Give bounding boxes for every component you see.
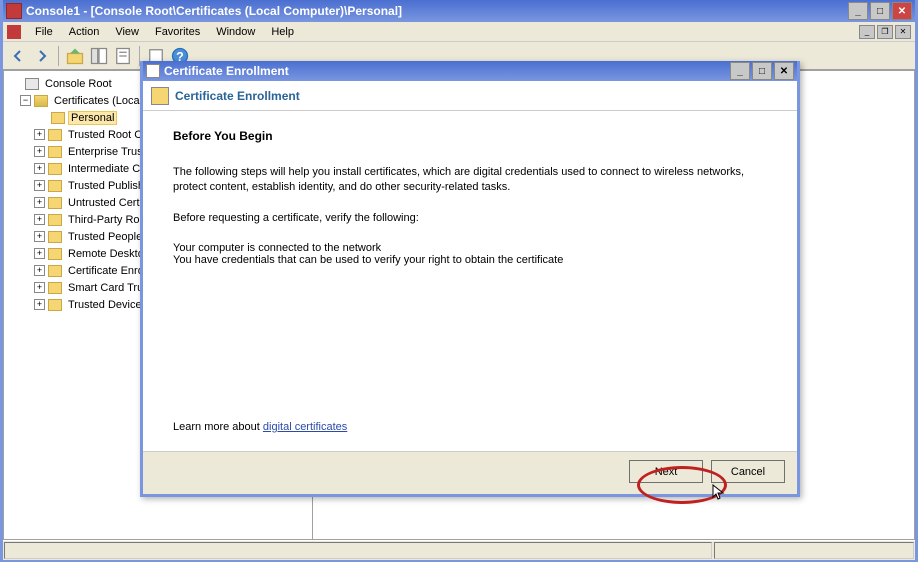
console-root-icon xyxy=(25,78,39,90)
expand-toggle[interactable]: + xyxy=(34,265,45,276)
tree-item-label: Intermediate C xyxy=(65,162,143,176)
folder-icon xyxy=(48,282,62,294)
folder-icon xyxy=(48,163,62,175)
dialog-close-button[interactable]: ✕ xyxy=(774,62,794,80)
folder-icon xyxy=(48,248,62,260)
tree-item-label: Enterprise Trus xyxy=(65,145,146,159)
menu-action[interactable]: Action xyxy=(61,24,108,40)
folder-icon xyxy=(48,180,62,192)
expand-toggle[interactable]: + xyxy=(34,146,45,157)
tree-root-label: Console Root xyxy=(42,77,115,91)
dialog-titlebar: Certificate Enrollment _ □ ✕ xyxy=(143,61,797,81)
dialog-header-text: Certificate Enrollment xyxy=(175,89,300,103)
folder-icon xyxy=(51,112,65,124)
digital-certificates-link[interactable]: digital certificates xyxy=(263,421,347,433)
dialog-footer: Next Cancel xyxy=(143,451,797,491)
statusbar xyxy=(3,540,915,560)
learn-more-prefix: Learn more about xyxy=(173,421,263,433)
folder-icon xyxy=(48,231,62,243)
expand-toggle[interactable]: − xyxy=(20,95,31,106)
dialog-item1: Your computer is connected to the networ… xyxy=(173,242,767,254)
folder-icon xyxy=(48,129,62,141)
dialog-maximize-button[interactable]: □ xyxy=(752,62,772,80)
enrollment-header-icon xyxy=(151,87,169,105)
folder-icon xyxy=(48,197,62,209)
expand-toggle[interactable]: + xyxy=(34,180,45,191)
menu-window[interactable]: Window xyxy=(208,24,263,40)
child-close-button[interactable]: ✕ xyxy=(895,25,911,39)
tree-item-label: Untrusted Cert xyxy=(65,196,143,210)
maximize-button[interactable]: □ xyxy=(870,2,890,20)
menu-help[interactable]: Help xyxy=(263,24,302,40)
menu-favorites[interactable]: Favorites xyxy=(147,24,208,40)
next-button[interactable]: Next xyxy=(629,460,703,483)
cancel-button[interactable]: Cancel xyxy=(711,460,785,483)
dialog-icon xyxy=(146,64,160,78)
folder-icon xyxy=(48,146,62,158)
menubar: File Action View Favorites Window Help _… xyxy=(3,22,915,42)
main-titlebar: Console1 - [Console Root\Certificates (L… xyxy=(3,0,915,22)
tree-item-label: Trusted Device xyxy=(65,298,145,312)
certificates-icon xyxy=(34,95,48,107)
child-minimize-button[interactable]: _ xyxy=(859,25,875,39)
menu-view[interactable]: View xyxy=(107,24,147,40)
dialog-header: Certificate Enrollment xyxy=(143,81,797,111)
expand-toggle[interactable]: + xyxy=(34,163,45,174)
menu-file[interactable]: File xyxy=(27,24,61,40)
dialog-body: Before You Begin The following steps wil… xyxy=(143,111,797,451)
dialog-heading: Before You Begin xyxy=(173,129,767,143)
show-hide-button[interactable] xyxy=(88,45,110,67)
folder-icon xyxy=(48,214,62,226)
mmc-doc-icon xyxy=(7,25,21,39)
dialog-item2: You have credentials that can be used to… xyxy=(173,254,767,266)
learn-more: Learn more about digital certificates xyxy=(173,421,347,433)
dialog-para1: The following steps will help you instal… xyxy=(173,165,767,195)
enrollment-dialog: Certificate Enrollment _ □ ✕ Certificate… xyxy=(140,61,800,497)
expand-toggle[interactable]: + xyxy=(34,197,45,208)
tree-item-label: Trusted Root C xyxy=(65,128,145,142)
expand-toggle[interactable]: + xyxy=(34,248,45,259)
mmc-icon xyxy=(6,3,22,19)
dialog-minimize-button[interactable]: _ xyxy=(730,62,750,80)
expand-toggle[interactable]: + xyxy=(34,214,45,225)
properties-button[interactable] xyxy=(112,45,134,67)
expand-toggle[interactable]: + xyxy=(34,299,45,310)
expand-toggle[interactable]: + xyxy=(34,129,45,140)
tree-item-label: Third-Party Ro xyxy=(65,213,143,227)
forward-button[interactable] xyxy=(31,45,53,67)
tree-item-label: Certificate Enro xyxy=(65,264,147,278)
up-button[interactable] xyxy=(64,45,86,67)
back-button[interactable] xyxy=(7,45,29,67)
child-restore-button[interactable]: ❐ xyxy=(877,25,893,39)
close-button[interactable]: ✕ xyxy=(892,2,912,20)
tree-item-label: Trusted People xyxy=(65,230,145,244)
tree-item-label: Smart Card Tru xyxy=(65,281,146,295)
minimize-button[interactable]: _ xyxy=(848,2,868,20)
expand-toggle[interactable]: + xyxy=(34,231,45,242)
tree-item-label: Remote Deskto xyxy=(65,247,147,261)
window-title: Console1 - [Console Root\Certificates (L… xyxy=(26,4,848,18)
folder-icon xyxy=(48,265,62,277)
tree-item-label: Trusted Publish xyxy=(65,179,147,193)
dialog-para2: Before requesting a certificate, verify … xyxy=(173,211,767,226)
dialog-title: Certificate Enrollment xyxy=(164,64,730,78)
folder-icon xyxy=(48,299,62,311)
expand-toggle[interactable]: + xyxy=(34,282,45,293)
tree-item-label: Personal xyxy=(68,111,117,125)
